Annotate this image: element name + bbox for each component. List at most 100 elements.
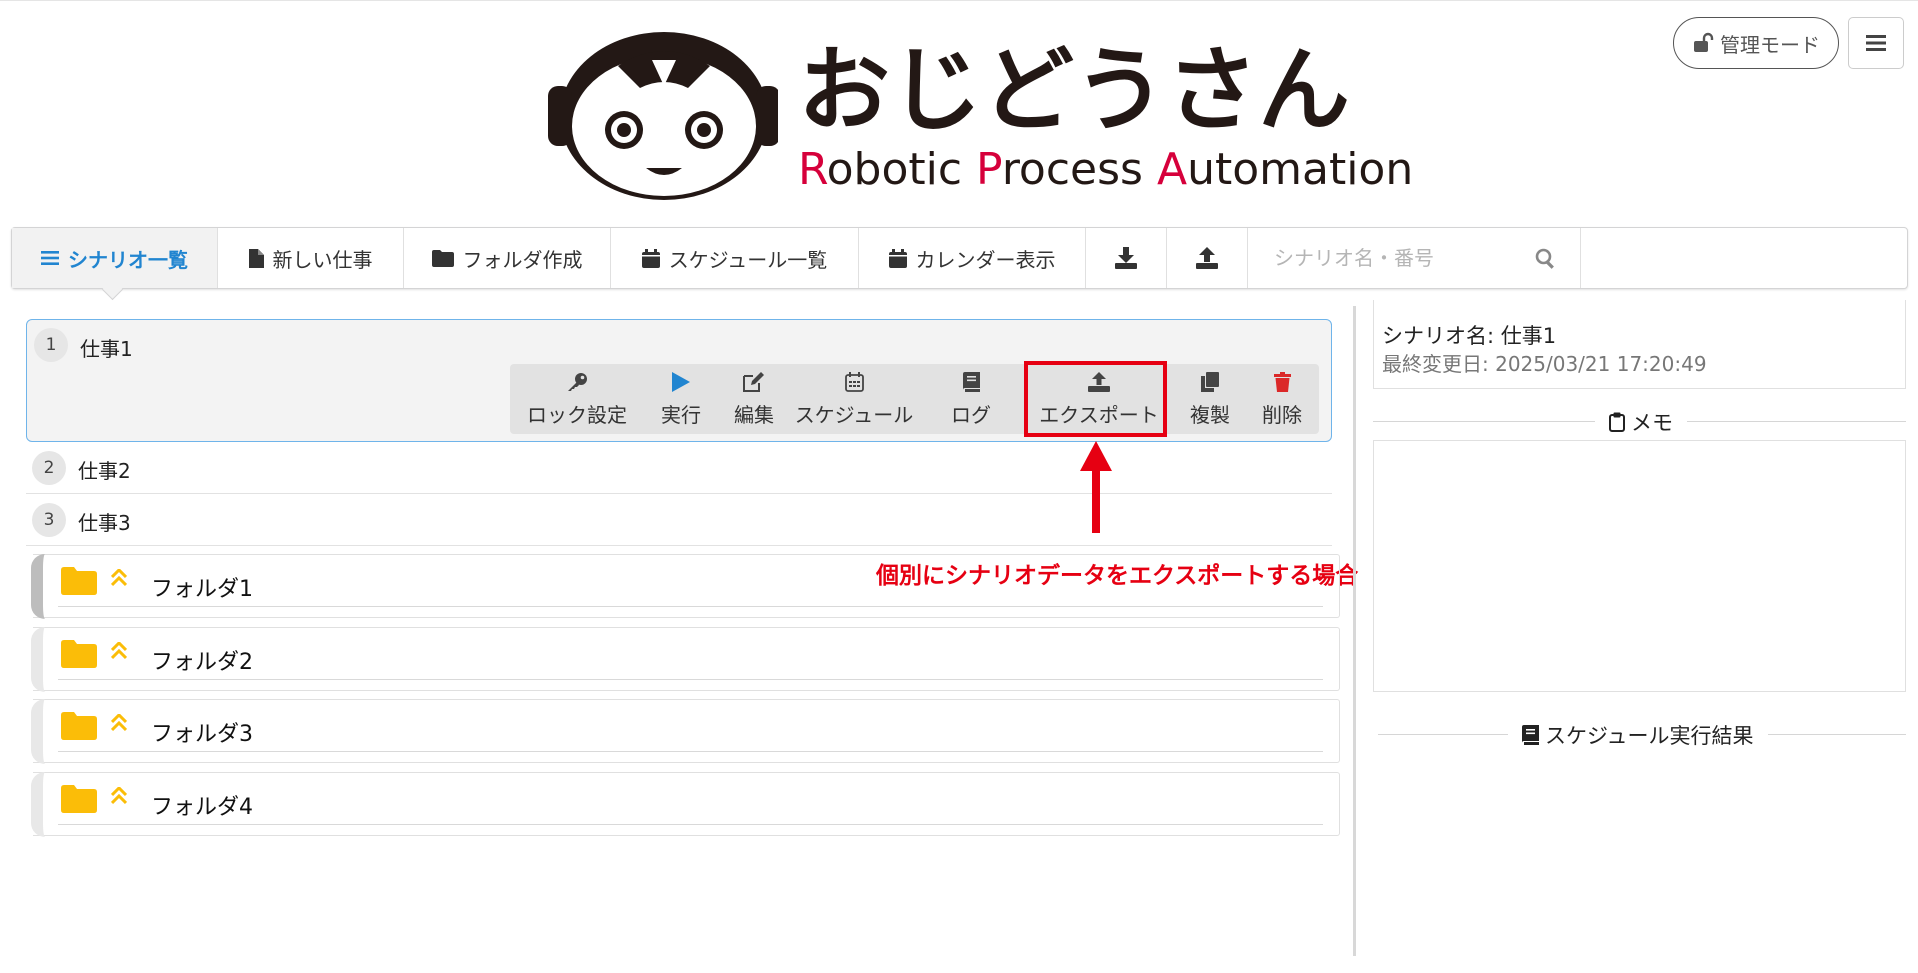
book-icon — [1522, 725, 1539, 745]
export-highlight-box — [1024, 361, 1167, 437]
create-folder-button[interactable]: フォルダ作成 — [404, 228, 611, 288]
folder-icon — [61, 567, 97, 595]
menu-button[interactable] — [1848, 17, 1904, 69]
edit-icon — [743, 371, 764, 392]
import-button[interactable] — [1086, 228, 1167, 288]
folder-icon — [431, 249, 454, 267]
logo-title: おじどうさん — [798, 37, 1351, 144]
calendar-icon — [888, 248, 907, 268]
robot-mascot-icon — [548, 32, 778, 200]
admin-mode-label: 管理モード — [1720, 32, 1820, 57]
schedule-list-label: スケジュール一覧 — [668, 247, 828, 272]
upload-icon — [1196, 247, 1218, 269]
folder-icon — [61, 785, 97, 813]
scenario-name: 仕事3 — [78, 511, 131, 535]
scenario-number: 2 — [32, 451, 66, 485]
edit-button[interactable]: 編集 — [718, 364, 790, 434]
scenario-actions-bar: ロック設定 実行 編集 スケジュール ログ エクスポート 複製 削除 — [510, 364, 1319, 434]
schedule-result-heading: スケジュール実行結果 — [1508, 720, 1768, 750]
folder-divider — [58, 606, 1323, 607]
folder-tab — [31, 627, 45, 692]
edit-label: 編集 — [734, 402, 774, 427]
folder-row[interactable]: フォルダ3 — [31, 699, 1340, 764]
clipboard-icon — [1609, 412, 1625, 432]
scenario-row[interactable]: 3 仕事3 — [26, 495, 1332, 546]
download-icon — [1115, 247, 1137, 269]
folder-name: フォルダ2 — [151, 650, 253, 675]
scenario-name: 仕事2 — [78, 459, 131, 483]
scenario-number: 1 — [34, 328, 68, 362]
folder-divider — [58, 824, 1323, 825]
chevron-double-up-icon[interactable] — [111, 569, 127, 587]
logo-subtitle: Robotic Process Automation — [798, 144, 1414, 195]
search-input[interactable] — [1272, 245, 1516, 271]
log-label: ログ — [951, 402, 991, 427]
list-icon — [41, 251, 59, 265]
scenario-number: 3 — [32, 503, 66, 537]
log-button[interactable]: ログ — [918, 364, 1024, 434]
last-modified-date: 最終変更日: 2025/03/21 17:20:49 — [1382, 352, 1707, 376]
folder-icon — [61, 640, 97, 668]
app-logo: おじどうさん Robotic Process Automation — [548, 26, 1413, 202]
run-button[interactable]: 実行 — [644, 364, 718, 434]
export-all-button[interactable] — [1167, 228, 1248, 288]
admin-mode-button[interactable]: 管理モード — [1673, 17, 1839, 69]
lock-settings-label: ロック設定 — [527, 402, 627, 427]
scenario-name-detail: シナリオ名: 仕事1 — [1382, 324, 1557, 348]
tab-scenario-list-label: シナリオ一覧 — [68, 247, 188, 272]
book-icon — [962, 371, 980, 392]
hamburger-icon — [1866, 35, 1886, 51]
folder-row[interactable]: フォルダ4 — [31, 772, 1340, 837]
memo-area[interactable] — [1373, 440, 1906, 692]
trash-icon — [1273, 371, 1291, 392]
unlock-icon — [1694, 32, 1714, 52]
scenario-info-box: シナリオ名: 仕事1 最終変更日: 2025/03/21 17:20:49 — [1373, 300, 1906, 389]
schedule-result-title: スケジュール実行結果 — [1545, 724, 1754, 748]
copy-icon — [1201, 371, 1219, 392]
lock-settings-button[interactable]: ロック設定 — [510, 364, 644, 434]
top-border — [0, 0, 1918, 1]
main-toolbar: シナリオ一覧 新しい仕事 フォルダ作成 スケジュール一覧 カレンダー表示 — [11, 227, 1908, 289]
new-job-label: 新しい仕事 — [272, 247, 373, 272]
schedule-label: スケジュール — [794, 402, 914, 427]
duplicate-label: 複製 — [1190, 402, 1230, 427]
chevron-double-up-icon[interactable] — [111, 642, 127, 660]
folder-divider — [58, 679, 1323, 680]
scenario-name: 仕事1 — [80, 337, 133, 361]
calendar-icon — [641, 248, 660, 268]
key-icon — [568, 372, 587, 391]
calendar-grid-icon — [844, 371, 864, 392]
chevron-double-up-icon[interactable] — [111, 714, 127, 732]
schedule-button[interactable]: スケジュール — [790, 364, 918, 434]
folder-name: フォルダ4 — [151, 795, 253, 820]
memo-title: メモ — [1631, 411, 1673, 435]
folder-row[interactable]: フォルダ1 — [31, 554, 1340, 619]
folder-divider — [58, 751, 1323, 752]
play-icon — [672, 371, 690, 392]
calendar-view-label: カレンダー表示 — [915, 247, 1056, 272]
folder-row[interactable]: フォルダ2 — [31, 627, 1340, 692]
scenario-row[interactable]: 2 仕事2 — [26, 443, 1332, 494]
memo-heading: メモ — [1595, 407, 1687, 437]
duplicate-button[interactable]: 複製 — [1174, 364, 1246, 434]
panel-divider — [1353, 306, 1356, 956]
folder-name: フォルダ1 — [151, 577, 253, 602]
new-job-button[interactable]: 新しい仕事 — [218, 228, 404, 288]
folder-tab — [31, 772, 45, 837]
calendar-view-button[interactable]: カレンダー表示 — [859, 228, 1086, 288]
chevron-double-up-icon[interactable] — [111, 787, 127, 805]
delete-button[interactable]: 削除 — [1246, 364, 1318, 434]
folder-tab — [31, 554, 45, 619]
folder-icon — [61, 712, 97, 740]
tab-scenario-list[interactable]: シナリオ一覧 — [12, 228, 218, 288]
search-box — [1248, 228, 1581, 288]
delete-label: 削除 — [1262, 402, 1302, 427]
schedule-list-button[interactable]: スケジュール一覧 — [611, 228, 859, 288]
arrow-up-icon — [1080, 441, 1112, 533]
create-folder-label: フォルダ作成 — [462, 247, 583, 272]
run-label: 実行 — [661, 402, 701, 427]
search-icon[interactable] — [1535, 248, 1556, 269]
folder-name: フォルダ3 — [151, 722, 253, 747]
folder-tab — [31, 699, 45, 764]
file-icon — [248, 248, 264, 268]
